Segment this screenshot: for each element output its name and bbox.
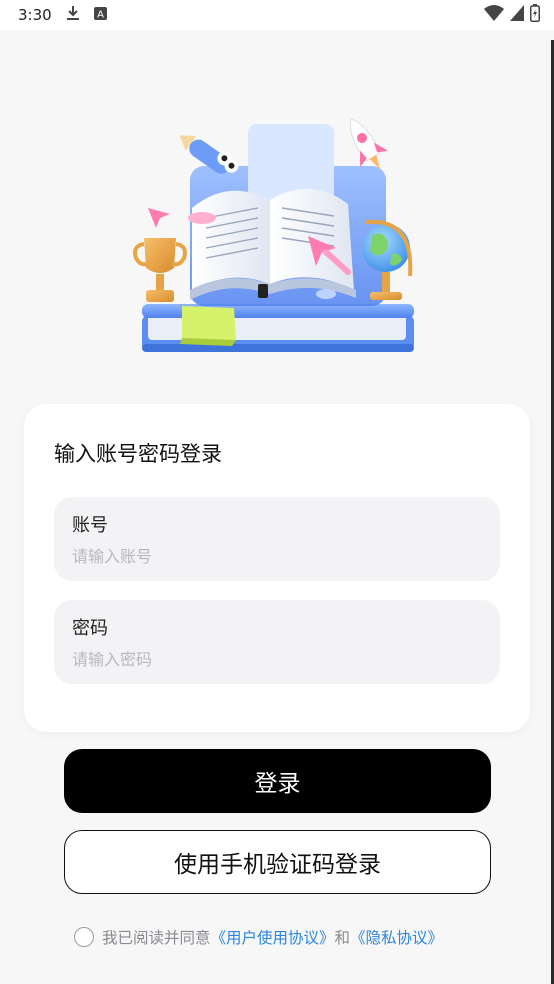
sms-login-button[interactable]: 使用手机验证码登录 xyxy=(64,830,491,894)
hero-illustration xyxy=(130,108,426,358)
account-field[interactable]: 账号 xyxy=(54,497,500,581)
password-field[interactable]: 密码 xyxy=(54,600,500,684)
signal-icon xyxy=(510,5,524,25)
login-card: 输入账号密码登录 账号 密码 xyxy=(24,404,530,732)
privacy-agreement-link[interactable]: 《隐私协议》 xyxy=(350,926,443,948)
download-icon xyxy=(66,5,80,25)
status-bar: 3:30 A xyxy=(0,0,554,30)
battery-icon xyxy=(530,4,540,26)
login-button[interactable]: 登录 xyxy=(64,749,491,813)
wifi-icon xyxy=(484,5,504,25)
agreement-row: 我已阅读并同意 《用户使用协议》 和 《隐私协议》 xyxy=(74,924,443,950)
status-time: 3:30 xyxy=(18,6,52,24)
password-label: 密码 xyxy=(72,618,108,639)
a-notification-icon: A xyxy=(93,6,107,24)
login-title: 输入账号密码登录 xyxy=(54,442,222,466)
agreement-checkbox[interactable] xyxy=(74,927,94,947)
password-input[interactable] xyxy=(72,644,472,674)
user-agreement-link[interactable]: 《用户使用协议》 xyxy=(211,926,335,948)
status-right xyxy=(484,4,540,26)
account-label: 账号 xyxy=(72,515,108,536)
agreement-conjunction: 和 xyxy=(334,929,351,947)
account-input[interactable] xyxy=(72,541,472,571)
agreement-prefix: 我已阅读并同意 xyxy=(102,929,211,947)
status-left: 3:30 A xyxy=(18,5,107,25)
svg-text:A: A xyxy=(97,10,104,21)
